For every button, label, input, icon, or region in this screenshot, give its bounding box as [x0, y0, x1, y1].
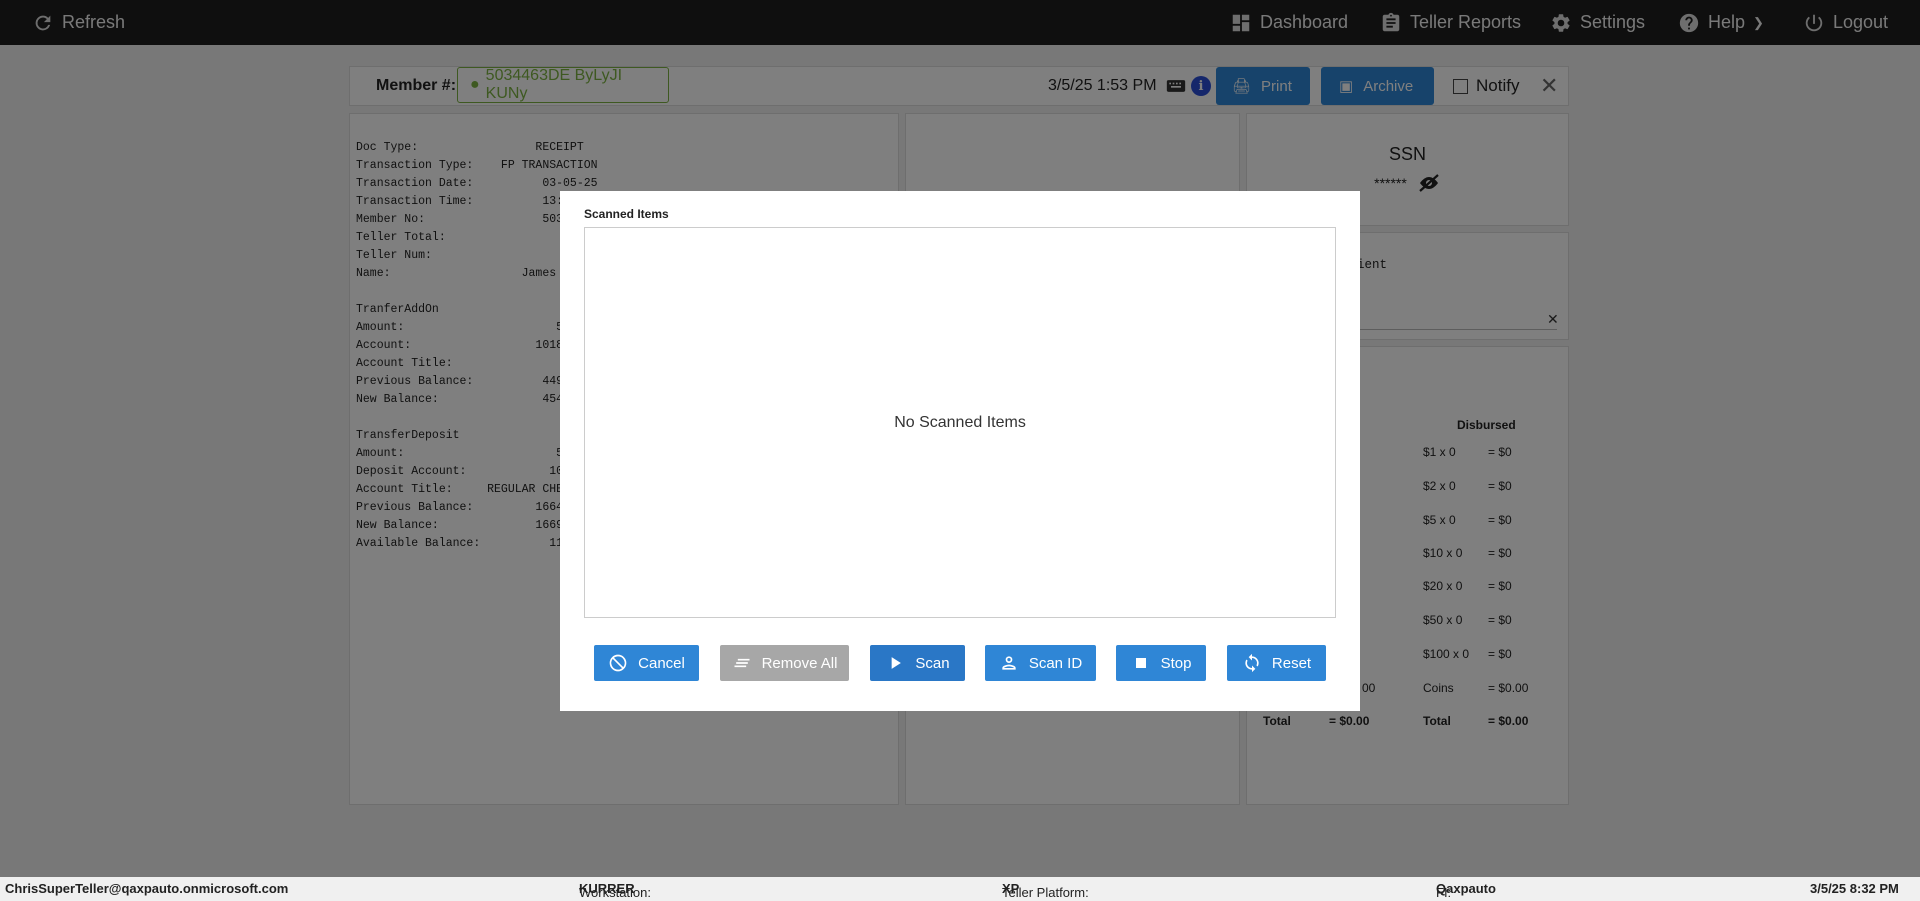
scan-label: Scan [915, 654, 950, 672]
person-icon [1002, 656, 1016, 670]
stop-label: Stop [1160, 654, 1192, 672]
modal-backdrop[interactable]: Scanned Items No Scanned Items Cancel Re… [0, 0, 1920, 877]
scan-button[interactable]: Scan [870, 645, 965, 681]
footer-user: ChrisSuperTeller@qaxpauto.onmicrosoft.co… [5, 881, 289, 896]
status-footer: ChrisSuperTeller@qaxpauto.onmicrosoft.co… [0, 877, 1920, 901]
reset-label: Reset [1271, 654, 1312, 672]
footer-platform-label: Teller Platform: [1002, 885, 1089, 900]
footer-datetime: 3/5/25 8:32 PM [1810, 881, 1899, 896]
scanned-items-dialog: Scanned Items No Scanned Items Cancel Re… [560, 191, 1360, 711]
cancel-button[interactable]: Cancel [594, 645, 699, 681]
stop-button[interactable]: Stop [1116, 645, 1206, 681]
stop-icon [1135, 658, 1146, 668]
reset-icon [1245, 653, 1259, 673]
remove-all-label: Remove All [761, 654, 838, 672]
cancel-icon [609, 654, 627, 672]
scan-id-label: Scan ID [1028, 654, 1083, 672]
play-icon [892, 657, 902, 669]
scanned-items-list: No Scanned Items [584, 227, 1336, 618]
remove-all-button[interactable]: Remove All [720, 645, 849, 681]
empty-state-text: No Scanned Items [894, 413, 1026, 431]
scan-id-button[interactable]: Scan ID [985, 645, 1096, 681]
cancel-label: Cancel [638, 654, 685, 672]
footer-workstation-label: Workstation: [579, 885, 652, 900]
dialog-title: Scanned Items [584, 207, 669, 221]
clear-all-icon [734, 658, 750, 668]
reset-button[interactable]: Reset [1227, 645, 1326, 681]
footer-fi-label: FI: [1436, 885, 1452, 900]
